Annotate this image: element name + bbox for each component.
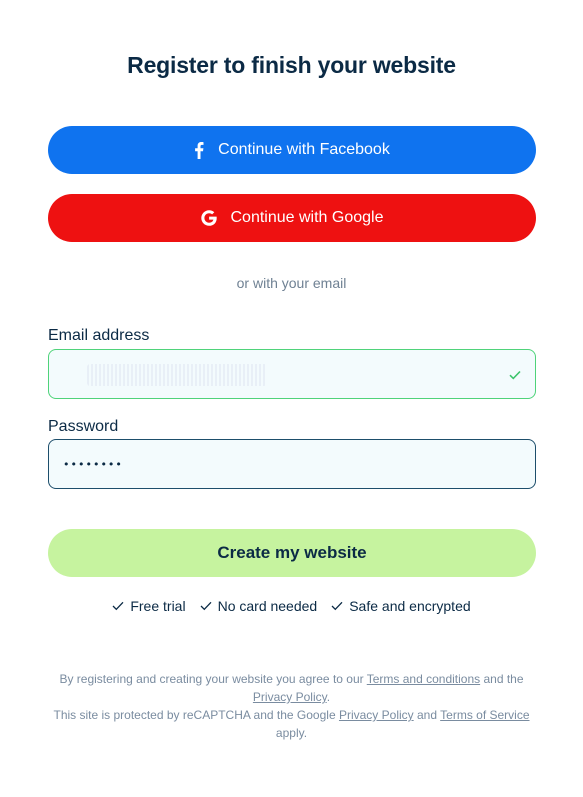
password-label: Password (48, 418, 119, 435)
feature-item: No card needed (200, 598, 318, 614)
google-icon (200, 210, 217, 226)
legal-text: and (417, 708, 438, 722)
facebook-icon (194, 141, 204, 159)
email-divider-text: or with your email (236, 275, 347, 291)
password-field-container (48, 439, 536, 489)
legal-text: . (326, 690, 331, 704)
checkmark-icon (331, 598, 343, 614)
recaptcha-text: This site is protected by reCAPTCHA and … (53, 708, 336, 722)
legal-text: and the (483, 672, 524, 686)
continue-with-google-button[interactable]: Continue with Google (48, 194, 536, 242)
feature-label: Free trial (130, 598, 186, 614)
google-terms-of-service-link[interactable]: Terms of Service (440, 708, 529, 722)
create-my-website-button[interactable]: Create my website (48, 529, 536, 577)
legal-text: By registering and creating your website… (59, 672, 364, 686)
email-label: Email address (48, 327, 150, 344)
privacy-policy-link[interactable]: Privacy Policy (253, 690, 327, 704)
checkmark-icon (509, 367, 521, 385)
password-field[interactable] (63, 440, 503, 488)
facebook-button-label: Continue with Facebook (218, 141, 390, 158)
legal-text: apply. (275, 726, 308, 740)
google-button-label: Continue with Google (230, 209, 384, 226)
feature-item: Safe and encrypted (331, 598, 471, 614)
checkmark-icon (200, 598, 212, 614)
feature-label: Safe and encrypted (349, 598, 471, 614)
feature-item: Free trial (112, 598, 186, 614)
feature-list: Free trial No card needed Safe and encry… (0, 598, 583, 614)
google-privacy-policy-link[interactable]: Privacy Policy (339, 708, 414, 722)
email-field[interactable] (48, 349, 536, 399)
feature-label: No card needed (217, 598, 318, 614)
email-value-redacted (87, 364, 267, 386)
legal-notice: By registering and creating your website… (40, 670, 543, 742)
checkmark-icon (112, 598, 124, 614)
page-title: Register to finish your website (127, 52, 456, 78)
continue-with-facebook-button[interactable]: Continue with Facebook (48, 126, 536, 174)
terms-and-conditions-link[interactable]: Terms and conditions (367, 672, 480, 686)
